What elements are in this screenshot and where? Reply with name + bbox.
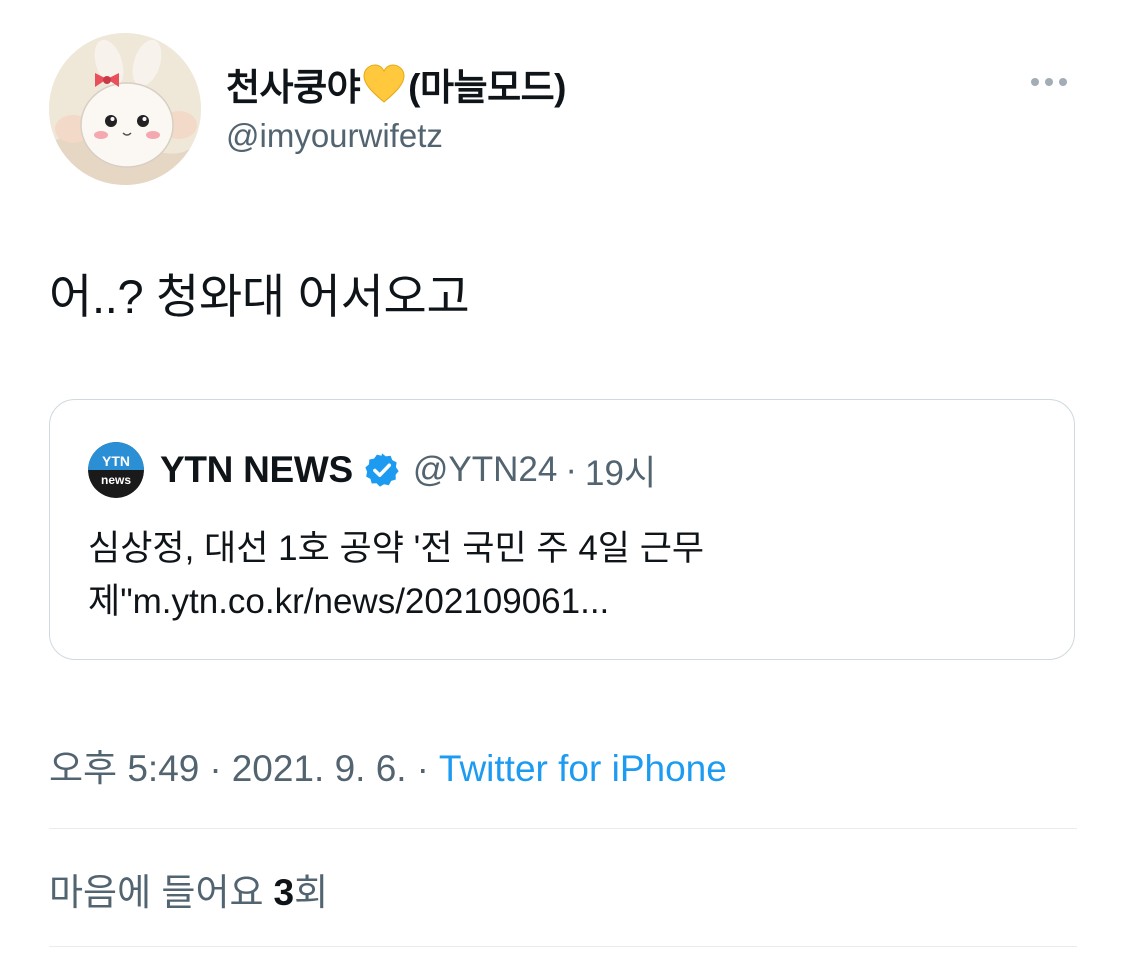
likes-summary[interactable]: 마음에 들어요 3회 <box>49 862 328 916</box>
author-avatar[interactable] <box>49 33 201 185</box>
meta-separator: · <box>416 748 429 789</box>
tweet-meta: 오후 5:49 · 2021. 9. 6. · Twitter for iPhone <box>49 738 727 792</box>
divider <box>49 828 1077 829</box>
quoted-time: 19시 <box>585 453 657 493</box>
author-display-name[interactable]: 천사쿵야 <box>226 57 361 111</box>
quoted-avatar-logo-top: YTN <box>102 453 130 469</box>
meta-separator: · <box>209 748 222 789</box>
divider <box>49 946 1077 947</box>
more-options-icon <box>1059 78 1067 86</box>
likes-unit: 회 <box>294 872 329 913</box>
tweet-detail: 천사쿵야 (마늘모드) @imyourwifetz 어..? 청와대 어서오고 … <box>0 0 1125 957</box>
quoted-author-name: YTN NEWS <box>160 449 353 490</box>
verified-badge-icon <box>363 451 401 489</box>
tweet-time[interactable]: 오후 5:49 <box>49 748 199 789</box>
quoted-tweet-text: 심상정, 대선 1호 공약 '전 국민 주 4일 근무 제"m.ytn.co.k… <box>88 522 1048 628</box>
quoted-author-avatar[interactable]: YTN news <box>88 442 144 498</box>
yellow-heart-icon <box>362 64 406 104</box>
more-options-icon <box>1031 78 1039 86</box>
tweet-date[interactable]: 2021. 9. 6. <box>232 748 407 789</box>
quoted-tweet-header: YTN news YTN NEWS @YTN24 · 19시 <box>88 442 656 498</box>
more-options-button[interactable] <box>1024 70 1074 94</box>
quoted-avatar-logo-bottom: news <box>101 473 131 487</box>
quoted-author-handle: @YTN24 <box>412 450 558 489</box>
author-name-row: 천사쿵야 (마늘모드) <box>226 58 566 110</box>
quoted-separator: · <box>565 450 578 489</box>
likes-label: 마음에 들어요 <box>49 872 264 913</box>
quoted-tweet-card[interactable]: YTN news YTN NEWS @YTN24 · 19시 심상정, 대선 1… <box>49 399 1075 660</box>
quoted-tweet-link[interactable]: 제"m.ytn.co.kr/news/202109061... <box>88 575 1048 628</box>
author-display-name-suffix: (마늘모드) <box>408 67 566 108</box>
tweet-source-link[interactable]: Twitter for iPhone <box>439 748 727 789</box>
more-options-icon <box>1045 78 1053 86</box>
quoted-tweet-text-line: 심상정, 대선 1호 공약 '전 국민 주 4일 근무 <box>88 529 705 568</box>
author-handle[interactable]: @imyourwifetz <box>226 117 443 155</box>
likes-count: 3 <box>273 872 295 913</box>
tweet-text: 어..? 청와대 어서오고 <box>49 270 470 323</box>
